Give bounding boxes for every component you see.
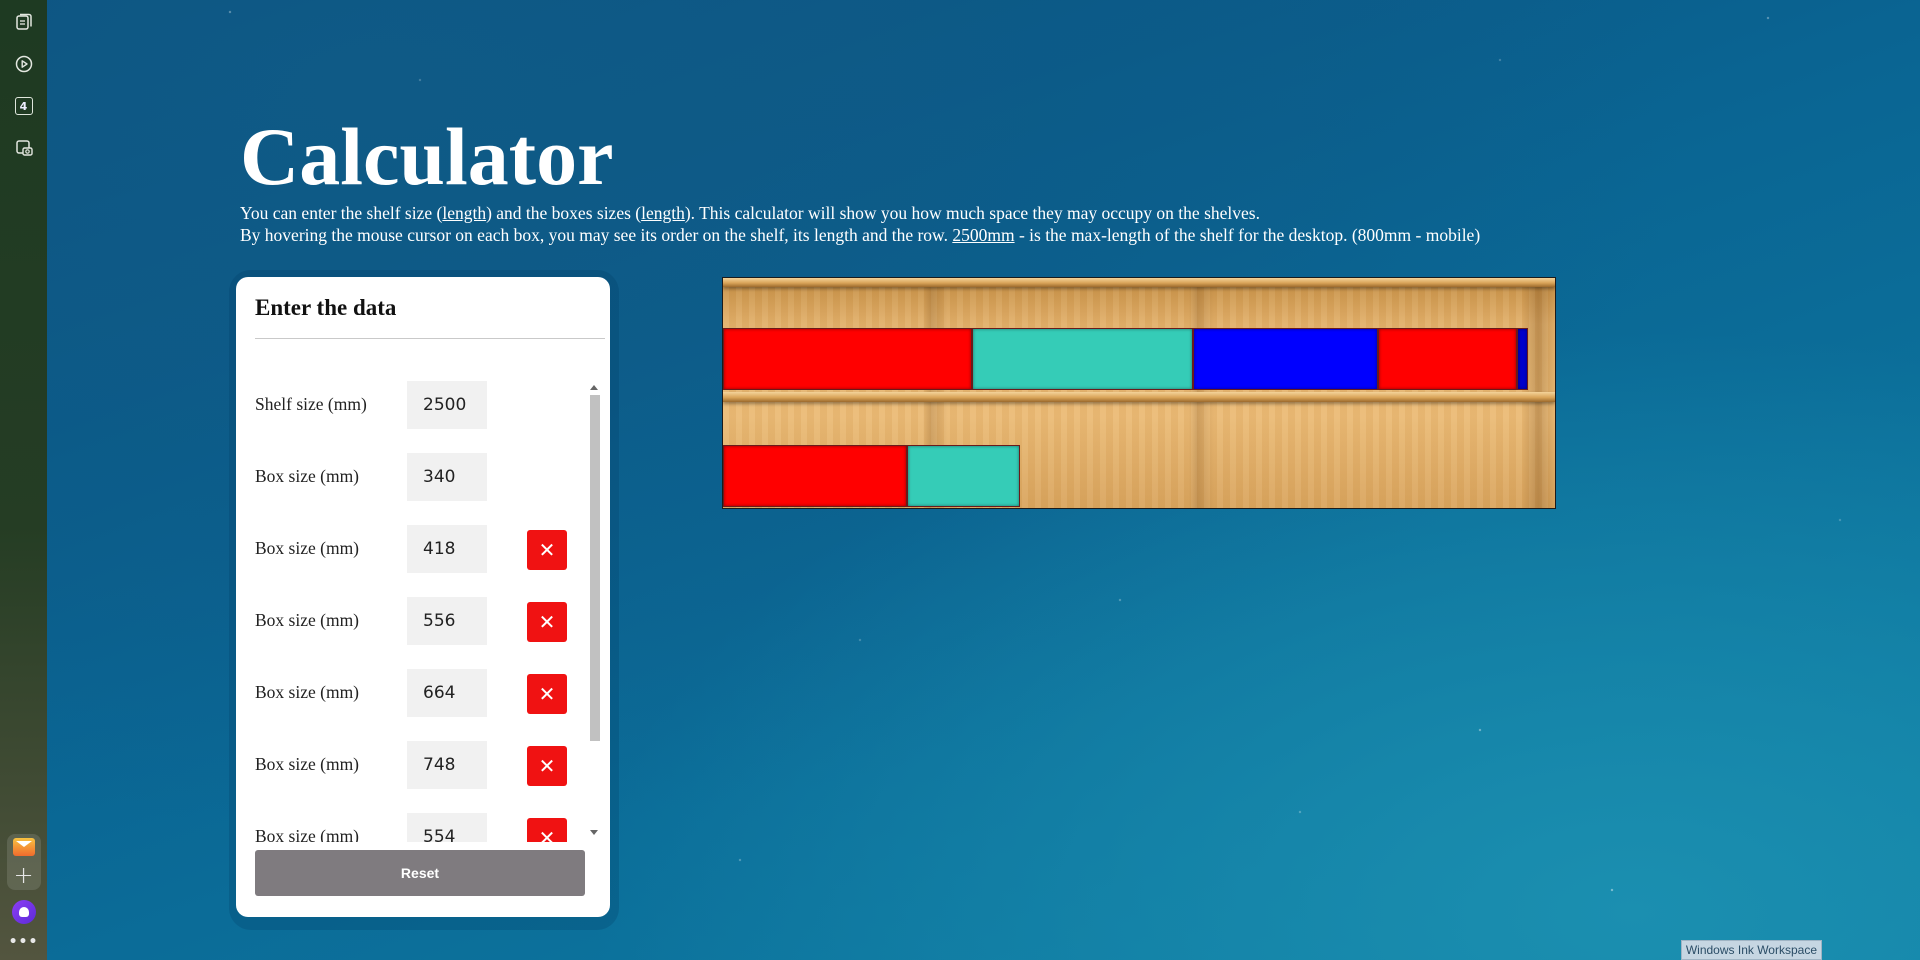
scroll-up-icon[interactable] — [590, 385, 598, 390]
shelf-size-input[interactable]: 2500 — [407, 381, 487, 429]
shelf-box[interactable] — [723, 445, 907, 507]
plus-icon[interactable]: + — [13, 863, 33, 887]
box-size-label: Box size (mm) — [255, 754, 360, 774]
shelf-size-label: Shelf size (mm) — [255, 394, 367, 414]
desc-text: - is the max-length of the shelf for the… — [1014, 225, 1481, 245]
reset-button[interactable]: Reset — [255, 850, 585, 896]
remove-box-button[interactable]: ✕ — [527, 674, 567, 714]
list-scrollbar[interactable] — [588, 381, 602, 839]
form-title: Enter the data — [255, 295, 397, 320]
data-form-card: Enter the data Shelf size (mm) 2500 Box … — [236, 277, 610, 917]
box-size-input[interactable]: 340 — [407, 453, 487, 501]
notes-icon[interactable] — [12, 10, 36, 34]
remove-box-button[interactable]: ✕ — [527, 602, 567, 642]
shelf-size-row: Shelf size (mm) 2500 — [255, 381, 585, 429]
box-row: Box size (mm) 748 ✕ — [255, 741, 585, 789]
camera-icon[interactable] — [12, 136, 36, 160]
page-description: You can enter the shelf size (length) an… — [240, 202, 1480, 246]
shelf-top-plank — [723, 278, 1555, 287]
app-sidebar: 4 + ••• — [0, 0, 47, 960]
box-row: Box size (mm) 556 ✕ — [255, 597, 585, 645]
description-line-2: By hovering the mouse cursor on each box… — [240, 224, 1480, 246]
scrollbar-track[interactable] — [590, 395, 600, 825]
scrollbar-thumb[interactable] — [590, 395, 600, 741]
length-link-shelf[interactable]: length — [442, 203, 486, 223]
box-size-label: Box size (mm) — [255, 466, 360, 486]
assistant-icon[interactable] — [11, 900, 36, 924]
shelf-box[interactable] — [1378, 328, 1517, 390]
box-size-label: Box size (mm) — [255, 826, 360, 842]
badge-icon[interactable]: 4 — [12, 94, 36, 118]
shelf-box[interactable] — [972, 328, 1193, 390]
shelf-box[interactable] — [723, 328, 972, 390]
box-size-label: Box size (mm) — [255, 682, 360, 702]
mail-app-icon[interactable] — [12, 838, 35, 856]
more-icon[interactable]: ••• — [9, 934, 39, 950]
box-size-input[interactable]: 664 — [407, 669, 487, 717]
max-length-link[interactable]: 2500mm — [952, 225, 1014, 245]
app-dock: + — [6, 834, 41, 890]
box-size-input[interactable]: 556 — [407, 597, 487, 645]
remove-box-button[interactable]: ✕ — [527, 746, 567, 786]
description-line-1: You can enter the shelf size (length) an… — [240, 202, 1480, 224]
form-divider — [255, 338, 605, 339]
desc-text: ). This calculator will show you how muc… — [684, 203, 1260, 223]
shelf-box[interactable] — [907, 445, 1020, 507]
scroll-down-icon[interactable] — [590, 830, 598, 835]
badge-count: 4 — [14, 97, 33, 115]
shelf-box[interactable] — [1517, 328, 1528, 390]
shelf-visualization — [722, 277, 1556, 509]
box-row: Box size (mm) 340 — [255, 453, 585, 501]
box-size-input[interactable]: 748 — [407, 741, 487, 789]
remove-box-button[interactable]: ✕ — [527, 530, 567, 570]
play-icon[interactable] — [12, 52, 36, 76]
box-row: Box size (mm) 418 ✕ — [255, 525, 585, 573]
windows-ink-workspace-button[interactable]: Windows Ink Workspace — [1680, 940, 1822, 960]
box-row: Box size (mm) 664 ✕ — [255, 669, 585, 717]
desc-text: You can enter the shelf size ( — [240, 203, 443, 223]
box-size-input[interactable]: 554 — [407, 813, 487, 842]
desc-text: By hovering the mouse cursor on each box… — [240, 225, 953, 245]
desc-text: ) and the boxes sizes ( — [486, 203, 642, 223]
box-size-label: Box size (mm) — [255, 538, 360, 558]
box-size-label: Box size (mm) — [255, 610, 360, 630]
page-title: Calculator — [240, 111, 614, 202]
shelf-box[interactable] — [1193, 328, 1378, 390]
box-row: Box size (mm) 554 ✕ — [255, 813, 585, 842]
shelf-middle-plank — [723, 392, 1555, 402]
length-link-boxes[interactable]: length — [641, 203, 685, 223]
remove-box-button[interactable]: ✕ — [527, 818, 567, 842]
box-size-input[interactable]: 418 — [407, 525, 487, 573]
input-list[interactable]: Shelf size (mm) 2500 Box size (mm) 340 B… — [236, 377, 588, 842]
